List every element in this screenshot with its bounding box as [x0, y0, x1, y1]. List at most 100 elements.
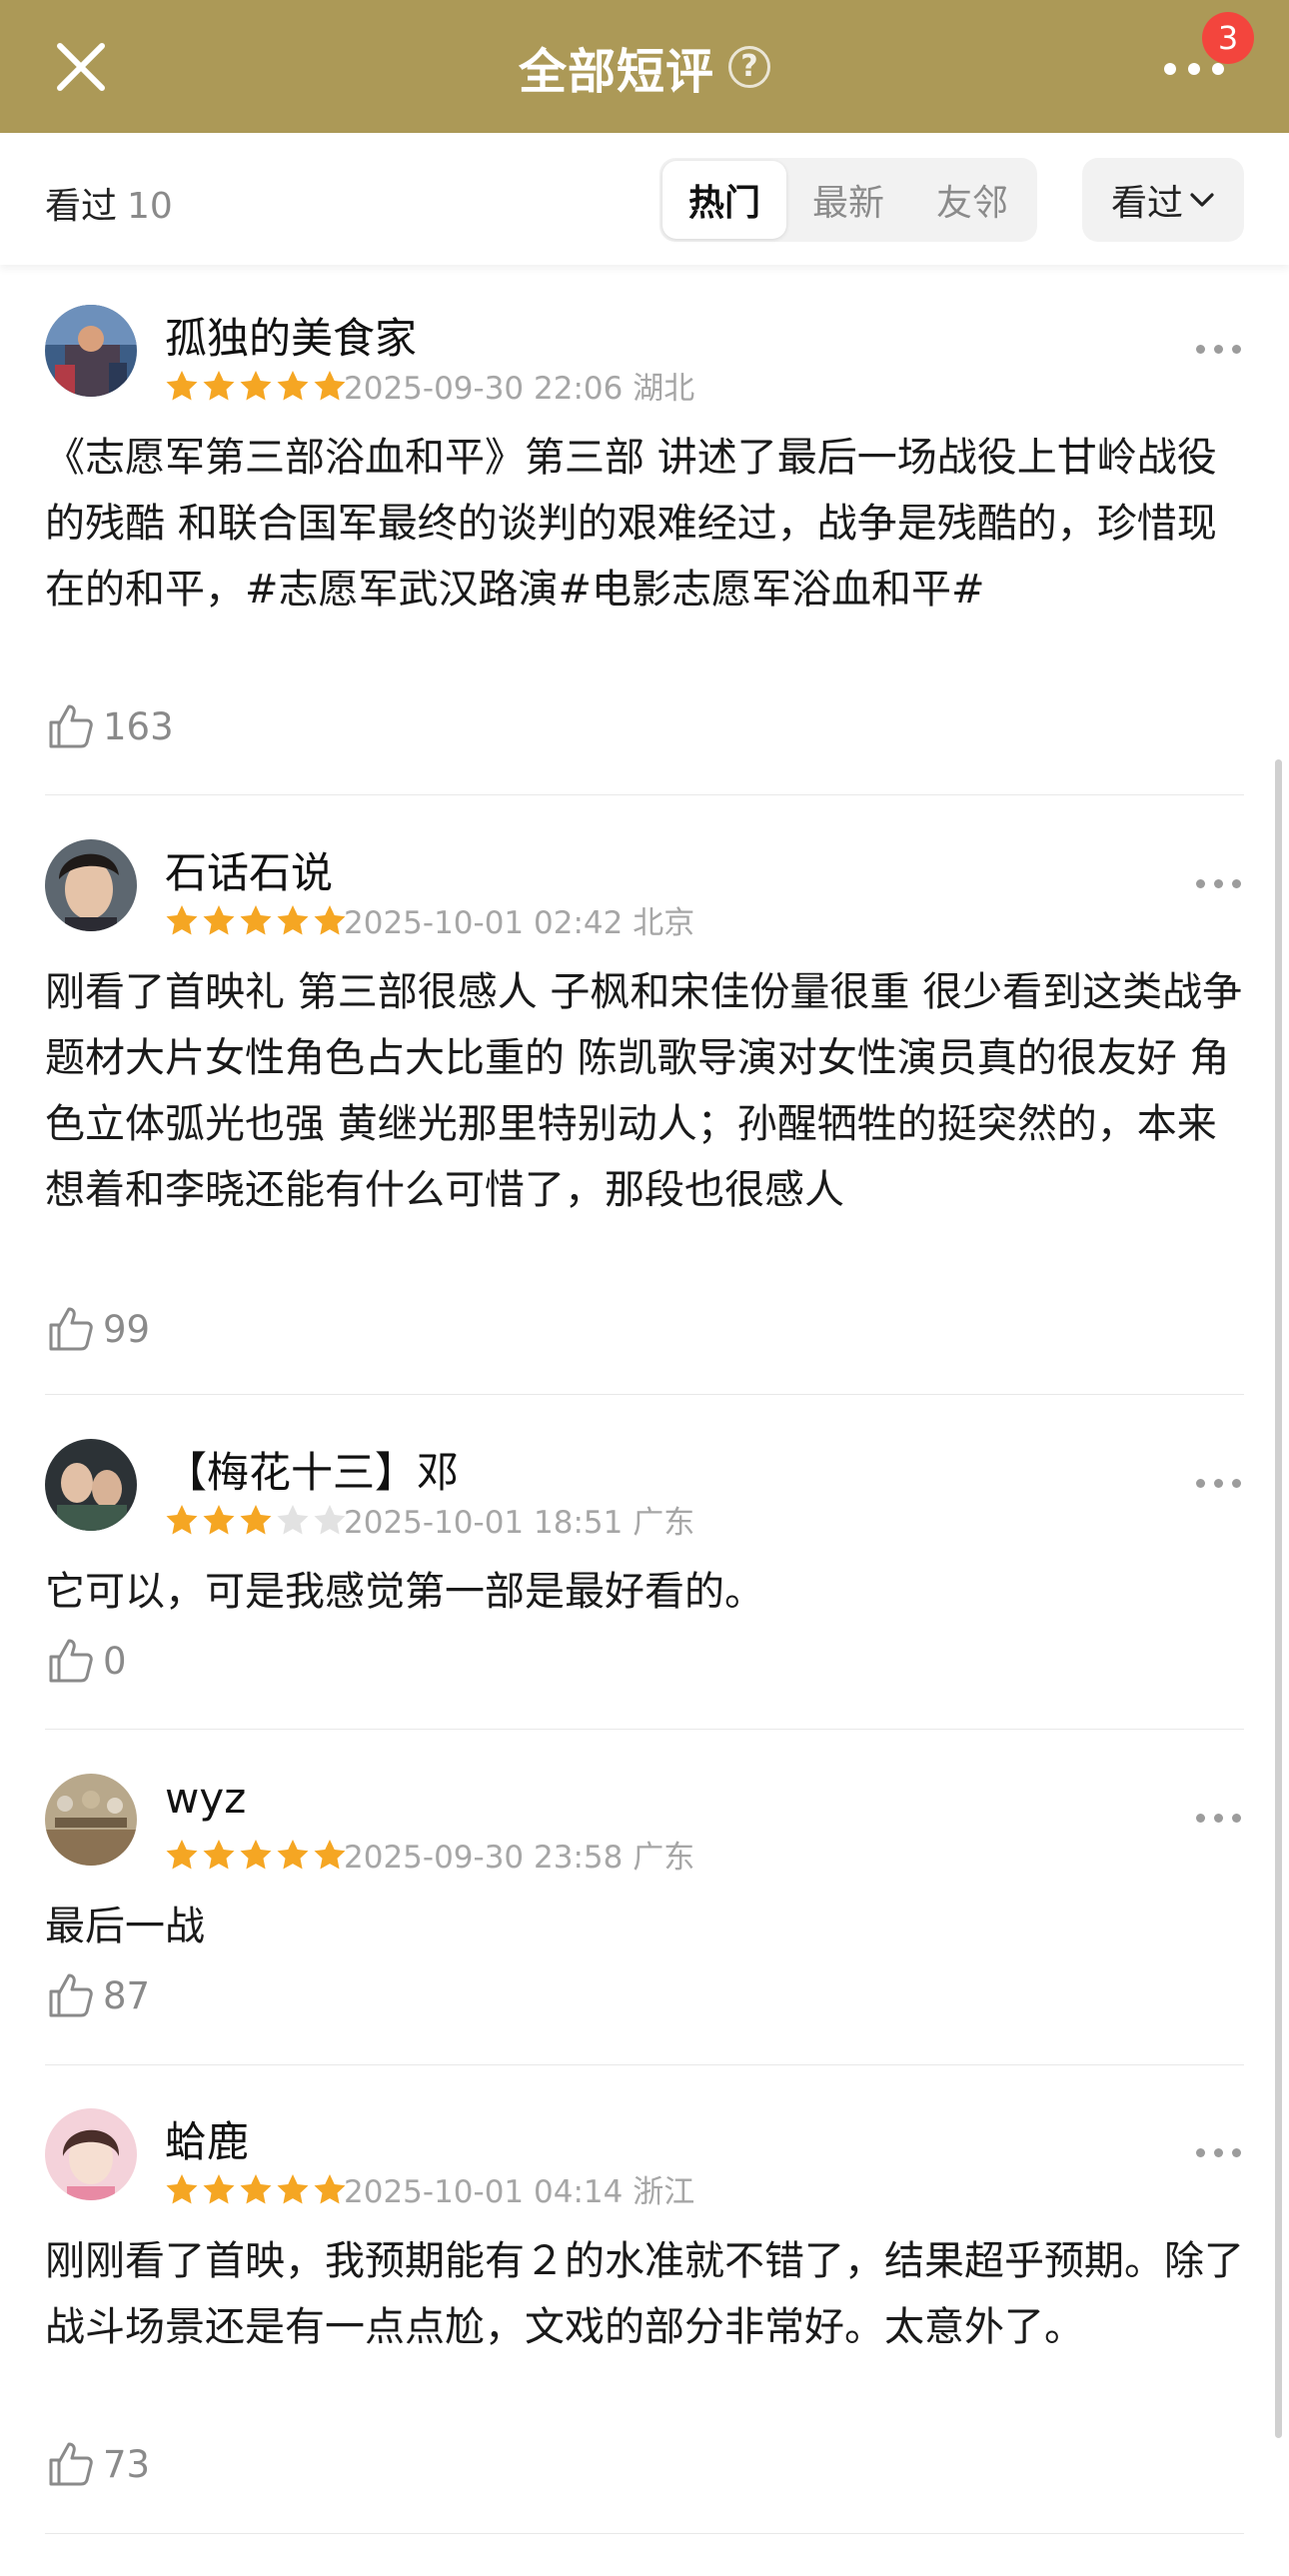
like-count: 163: [103, 704, 174, 748]
thumbs-up-icon: [49, 2442, 93, 2486]
star-icon: [166, 371, 198, 401]
rating-stars: [165, 370, 350, 402]
star-icon: [314, 905, 346, 935]
username[interactable]: 孤独的美食家: [165, 305, 417, 366]
review-date: 2025-10-01 04:14: [344, 2174, 624, 2210]
star-icon: [203, 1505, 235, 1535]
review-more-icon[interactable]: [1196, 340, 1246, 360]
like-count: 73: [103, 2442, 151, 2486]
seen-count-number: 10: [127, 186, 173, 227]
status-filter-label: 看过: [1110, 183, 1183, 224]
review-date: 2025-10-01 18:51: [344, 1505, 624, 1541]
rating-stars: [165, 1839, 350, 1871]
review-meta: 2025-09-30 22:06 湖北: [344, 363, 694, 408]
star-icon: [240, 1840, 272, 1870]
scrollbar[interactable]: [1275, 759, 1282, 2438]
avatar[interactable]: [45, 1439, 137, 1531]
avatar[interactable]: [45, 1774, 137, 1866]
like-count: 87: [103, 1973, 151, 2017]
star-icon: [240, 2174, 272, 2204]
like-button[interactable]: 99: [45, 1299, 150, 1359]
status-filter-dropdown[interactable]: 看过: [1082, 158, 1244, 242]
star-icon: [277, 2174, 309, 2204]
review-meta: 2025-10-01 04:14 浙江: [344, 2166, 694, 2211]
review-date: 2025-10-01 02:42: [344, 905, 624, 941]
star-icon: [203, 905, 235, 935]
close-icon[interactable]: [50, 36, 112, 98]
star-icon: [240, 1505, 272, 1535]
rating-stars: [165, 1504, 350, 1536]
tab-friends[interactable]: 友邻: [910, 158, 1034, 242]
review-text: 最后一战: [45, 1904, 205, 1949]
review-meta: 2025-09-30 23:58 广东: [344, 1832, 694, 1877]
review-text: 刚看了首映礼 第三部很感人 子枫和宋佳份量很重 很少看到这类战争题材大片女性角色…: [45, 969, 1243, 1213]
star-icon: [166, 905, 198, 935]
star-icon: [277, 905, 309, 935]
tab-latest[interactable]: 最新: [786, 158, 910, 242]
thumbs-up-icon: [49, 1307, 93, 1351]
review-text: 刚刚看了首映，我预期能有２的水准就不错了，结果超乎预期。除了战斗场景还是有一点点…: [45, 2238, 1244, 2350]
star-icon: [314, 371, 346, 401]
rating-stars: [165, 2173, 350, 2205]
title-group: 全部短评 ?: [0, 0, 1289, 133]
star-icon: [166, 2174, 198, 2204]
star-icon: [314, 2174, 346, 2204]
star-icon: [277, 1505, 309, 1535]
review-meta: 2025-10-01 18:51 广东: [344, 1497, 694, 1542]
review-date: 2025-09-30 22:06: [344, 371, 624, 407]
avatar[interactable]: [45, 839, 137, 931]
avatar[interactable]: [45, 2108, 137, 2200]
review-text: 它可以，可是我感觉第一部是最好看的。: [45, 1569, 764, 1615]
review-location: 北京: [633, 905, 695, 941]
review-location: 浙江: [633, 2174, 695, 2210]
review-more-icon[interactable]: [1196, 2143, 1246, 2163]
review-location: 湖北: [633, 371, 695, 407]
review-text: 《志愿军第三部浴血和平》第三部 讲述了最后一场战役上甘岭战役的残酷 和联合国军最…: [45, 435, 1217, 613]
tab-hot[interactable]: 热门: [662, 161, 786, 239]
sort-segmented-control: 热门 最新 友邻: [659, 158, 1037, 242]
review-meta: 2025-10-01 02:42 北京: [344, 897, 694, 942]
like-count: 0: [103, 1639, 127, 1683]
star-icon: [166, 1840, 198, 1870]
top-nav-bar: 全部短评 ? 3: [0, 0, 1289, 133]
username[interactable]: 蛤鹿: [165, 2108, 249, 2169]
review-location: 广东: [633, 1505, 695, 1541]
username[interactable]: 【梅花十三】邓: [165, 1439, 459, 1500]
username[interactable]: wyz: [165, 1774, 246, 1823]
like-button[interactable]: 0: [45, 1631, 127, 1691]
like-button[interactable]: 87: [45, 1965, 150, 2025]
review-more-icon[interactable]: [1196, 874, 1246, 894]
star-icon: [314, 1505, 346, 1535]
divider: [45, 1729, 1244, 1730]
username[interactable]: 石话石说: [165, 839, 333, 900]
seen-count: 看过 10: [45, 177, 173, 229]
like-button[interactable]: 73: [45, 2434, 150, 2494]
thumbs-up-icon: [49, 704, 93, 748]
page-title: 全部短评: [518, 43, 714, 100]
star-icon: [277, 371, 309, 401]
divider: [45, 2533, 1244, 2534]
notification-badge: 3: [1202, 12, 1254, 64]
review-location: 广东: [633, 1840, 695, 1876]
divider: [45, 794, 1244, 795]
like-count: 99: [103, 1307, 151, 1351]
star-icon: [240, 905, 272, 935]
star-icon: [203, 1840, 235, 1870]
thumbs-up-icon: [49, 1639, 93, 1683]
star-icon: [166, 1505, 198, 1535]
like-button[interactable]: 163: [45, 696, 174, 756]
chevron-down-icon: [1190, 193, 1214, 207]
review-more-icon[interactable]: [1196, 1809, 1246, 1829]
star-icon: [314, 1840, 346, 1870]
question-circle-icon[interactable]: ?: [728, 45, 770, 88]
star-icon: [203, 2174, 235, 2204]
avatar[interactable]: [45, 305, 137, 397]
filter-bar: 看过 10 热门 最新 友邻 看过: [0, 133, 1289, 265]
thumbs-up-icon: [49, 1973, 93, 2017]
star-icon: [203, 371, 235, 401]
divider: [45, 2064, 1244, 2065]
star-icon: [240, 371, 272, 401]
review-more-icon[interactable]: [1196, 1474, 1246, 1494]
divider: [45, 1394, 1244, 1395]
seen-label: 看过: [45, 186, 118, 227]
